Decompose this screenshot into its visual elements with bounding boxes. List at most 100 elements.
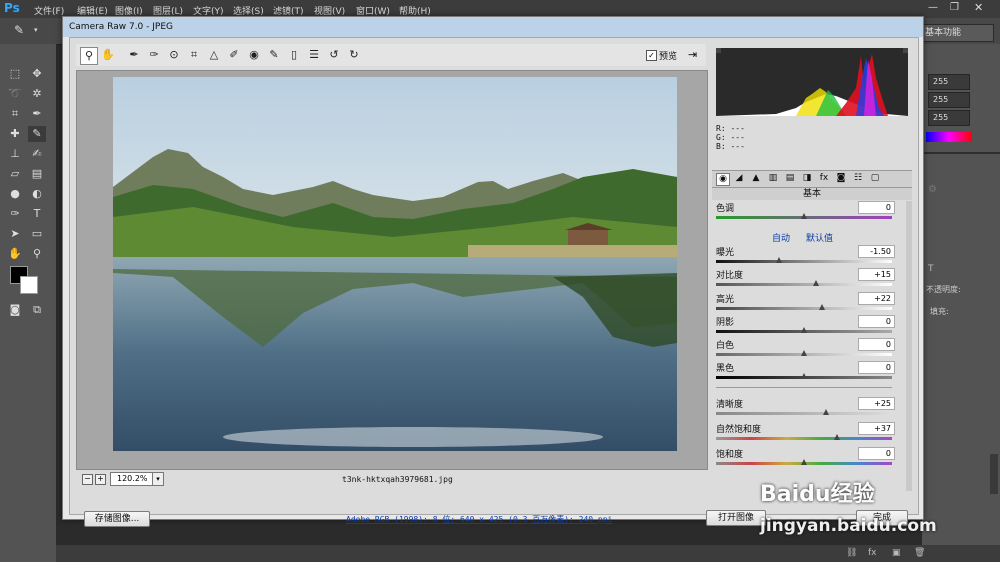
exposure-value[interactable]: -1.50 xyxy=(858,245,895,258)
background-color-swatch[interactable] xyxy=(20,276,38,294)
contrast-slider-thumb[interactable] xyxy=(813,280,819,286)
path-select-icon[interactable]: ➤ xyxy=(6,226,24,242)
tab-split-toning-icon[interactable]: ▤ xyxy=(784,173,796,184)
graduated-filter-icon[interactable]: ▯ xyxy=(286,47,302,63)
targeted-adjust-icon[interactable]: ⊙ xyxy=(166,47,182,63)
zoom-out-button[interactable]: − xyxy=(82,474,93,485)
rotate-right-icon[interactable]: ↻ xyxy=(346,47,362,63)
default-link[interactable]: 默认值 xyxy=(806,231,833,244)
zoom-in-button[interactable]: + xyxy=(95,474,106,485)
saturation-value[interactable]: 0 xyxy=(858,447,895,460)
workflow-options-link[interactable]: Adobe RGB (1998); 8 位; 640 x 425 (0.3 百万… xyxy=(346,514,612,525)
highlights-value[interactable]: +22 xyxy=(858,292,895,305)
tint-value[interactable]: 0 xyxy=(858,201,895,214)
fx-icon[interactable]: fx xyxy=(868,548,877,558)
exposure-slider-track[interactable] xyxy=(716,260,892,263)
open-image-button[interactable]: 打开图像 xyxy=(706,510,766,526)
hand-icon[interactable]: ✋ xyxy=(6,246,24,262)
zoom-dropdown-icon[interactable]: ▾ xyxy=(152,472,164,486)
lasso-icon[interactable]: ➰ xyxy=(6,86,24,102)
preferences-icon[interactable]: ☰ xyxy=(306,47,322,63)
zoom-level-field[interactable]: 120.2% xyxy=(110,472,156,486)
straighten-icon[interactable]: △ xyxy=(206,47,222,63)
panel-scrollbar[interactable] xyxy=(990,454,998,494)
color-sampler-icon[interactable]: ✑ xyxy=(146,47,162,63)
type-icon[interactable]: T xyxy=(28,206,46,222)
preview-checkbox[interactable]: ✓ xyxy=(646,50,657,61)
blacks-value[interactable]: 0 xyxy=(858,361,895,374)
marquee-icon[interactable]: ⬚ xyxy=(6,66,24,82)
white-balance-icon[interactable]: ✒ xyxy=(126,47,142,63)
hand-tool-icon[interactable]: ✋ xyxy=(100,47,116,63)
blur-icon[interactable]: ● xyxy=(6,186,24,202)
saturation-slider-thumb[interactable] xyxy=(801,459,807,465)
adjustment-brush-icon[interactable]: ✎ xyxy=(266,47,282,63)
menu-file[interactable]: 文件(F) xyxy=(34,4,64,17)
move-icon[interactable]: ✥ xyxy=(28,66,46,82)
fullscreen-icon[interactable]: ⇥ xyxy=(688,48,697,61)
blue-value-field[interactable]: 255 xyxy=(928,110,970,126)
crop-tool-icon[interactable]: ⌗ xyxy=(186,47,202,63)
clarity-value[interactable]: +25 xyxy=(858,397,895,410)
new-layer-icon[interactable]: ▣ xyxy=(892,548,901,558)
brush-icon[interactable]: ✎ xyxy=(28,126,46,142)
shadows-slider-thumb[interactable] xyxy=(801,327,807,333)
contrast-value[interactable]: +15 xyxy=(858,268,895,281)
eyedropper-icon[interactable]: ✒ xyxy=(28,106,46,122)
quick-mask-icon[interactable]: ◙ xyxy=(6,302,24,318)
screen-mode-icon[interactable]: ⧉ xyxy=(28,302,46,318)
tab-lens-icon[interactable]: ◨ xyxy=(801,173,813,184)
contrast-slider-track[interactable] xyxy=(716,283,892,286)
gradient-icon[interactable]: ▤ xyxy=(28,166,46,182)
tab-hsl-icon[interactable]: ▥ xyxy=(767,173,779,184)
style-icon[interactable]: ⚙ xyxy=(928,184,937,195)
tab-detail-icon[interactable]: ▲ xyxy=(750,173,762,184)
red-eye-icon[interactable]: ◉ xyxy=(246,47,262,63)
pen-icon[interactable]: ✑ xyxy=(6,206,24,222)
blacks-slider-thumb[interactable] xyxy=(801,373,807,379)
red-value-field[interactable]: 255 xyxy=(928,74,970,90)
dodge-icon[interactable]: ◐ xyxy=(28,186,46,202)
auto-link[interactable]: 自动 xyxy=(772,231,790,244)
zoom-icon[interactable]: ⚲ xyxy=(28,246,46,262)
spot-removal-icon[interactable]: ✐ xyxy=(226,47,242,63)
tab-basic-icon[interactable]: ◉ xyxy=(716,173,730,186)
history-brush-icon[interactable]: ✍ xyxy=(28,146,46,162)
brush-preset-icon[interactable]: ✎ xyxy=(14,23,24,37)
tint-slider-thumb[interactable] xyxy=(801,213,807,219)
highlights-slider-thumb[interactable] xyxy=(819,304,825,310)
highlights-slider-track[interactable] xyxy=(716,307,892,310)
clarity-slider-track[interactable] xyxy=(716,412,892,415)
clarity-slider-thumb[interactable] xyxy=(823,409,829,415)
panel-scrollbar[interactable] xyxy=(906,201,912,491)
minimize-icon[interactable]: — xyxy=(928,2,938,13)
shape-icon[interactable]: ▭ xyxy=(28,226,46,242)
tab-camera-calibration-icon[interactable]: ◙ xyxy=(835,173,847,184)
restore-icon[interactable]: ❐ xyxy=(950,2,959,13)
trash-icon[interactable]: 🗑 xyxy=(914,548,925,558)
exposure-slider-thumb[interactable] xyxy=(776,257,782,263)
vibrance-slider-track[interactable] xyxy=(716,437,892,440)
rotate-left-icon[interactable]: ↺ xyxy=(326,47,342,63)
tab-effects-icon[interactable]: fx xyxy=(818,173,830,184)
whites-value[interactable]: 0 xyxy=(858,338,895,351)
vibrance-value[interactable]: +37 xyxy=(858,422,895,435)
shadows-value[interactable]: 0 xyxy=(858,315,895,328)
save-image-button[interactable]: 存储图像... xyxy=(84,511,150,527)
image-preview-area[interactable] xyxy=(76,70,708,470)
clone-stamp-icon[interactable]: ⊥ xyxy=(6,146,24,162)
link-layers-icon[interactable]: ⛓ xyxy=(846,548,857,558)
workspace-dropdown[interactable]: 基本功能 xyxy=(920,24,994,42)
tab-tone-curve-icon[interactable]: ◢ xyxy=(733,173,745,184)
healing-brush-icon[interactable]: ✚ xyxy=(6,126,24,142)
tab-presets-icon[interactable]: ☷ xyxy=(852,173,864,184)
type-layer-icon[interactable]: T xyxy=(928,264,934,274)
eraser-icon[interactable]: ▱ xyxy=(6,166,24,182)
chevron-down-icon[interactable]: ▾ xyxy=(34,26,38,34)
vibrance-slider-thumb[interactable] xyxy=(834,434,840,440)
green-value-field[interactable]: 255 xyxy=(928,92,970,108)
crop-icon[interactable]: ⌗ xyxy=(6,106,24,122)
whites-slider-thumb[interactable] xyxy=(801,350,807,356)
tab-snapshots-icon[interactable]: ▢ xyxy=(869,173,881,184)
close-icon[interactable]: ✕ xyxy=(974,1,983,14)
